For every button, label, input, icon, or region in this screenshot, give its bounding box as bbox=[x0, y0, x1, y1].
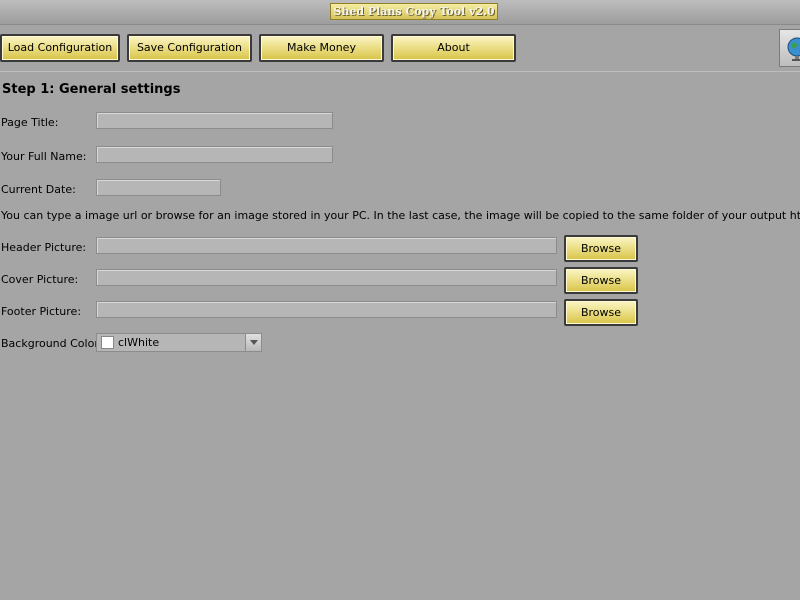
current-date-input[interactable] bbox=[96, 179, 221, 196]
full-name-input[interactable] bbox=[96, 146, 333, 163]
chevron-down-icon[interactable] bbox=[245, 334, 261, 351]
load-configuration-button[interactable]: Load Configuration bbox=[0, 34, 120, 62]
title-bar: Shed Plans Copy Tool v2.0 bbox=[0, 0, 800, 25]
cover-browse-button[interactable]: Browse bbox=[564, 267, 638, 294]
make-money-button[interactable]: Make Money bbox=[259, 34, 384, 62]
window-title: Shed Plans Copy Tool v2.0 bbox=[330, 3, 498, 20]
full-name-label: Your Full Name: bbox=[1, 150, 87, 163]
cover-picture-input[interactable] bbox=[96, 269, 557, 286]
globe-icon bbox=[787, 37, 800, 61]
header-browse-button[interactable]: Browse bbox=[564, 235, 638, 262]
footer-picture-label: Footer Picture: bbox=[1, 305, 82, 318]
about-button[interactable]: About bbox=[391, 34, 516, 62]
background-color-value: clWhite bbox=[118, 336, 160, 349]
current-date-label: Current Date: bbox=[1, 183, 76, 196]
footer-picture-input[interactable] bbox=[96, 301, 557, 318]
save-configuration-button[interactable]: Save Configuration bbox=[127, 34, 252, 62]
header-picture-input[interactable] bbox=[96, 237, 557, 254]
footer-browse-button[interactable]: Browse bbox=[564, 299, 638, 326]
color-swatch bbox=[101, 336, 114, 349]
page-title-label: Page Title: bbox=[1, 116, 59, 129]
header-picture-label: Header Picture: bbox=[1, 241, 87, 254]
background-color-label: Background Color: bbox=[1, 337, 103, 350]
cover-picture-label: Cover Picture: bbox=[1, 273, 79, 286]
image-instructions: You can type a image url or browse for a… bbox=[1, 209, 800, 222]
toolbar: Load Configuration Save Configuration Ma… bbox=[0, 24, 800, 72]
step-heading: Step 1: General settings bbox=[2, 82, 181, 97]
background-color-select[interactable]: clWhite bbox=[96, 333, 262, 352]
page-title-input[interactable] bbox=[96, 112, 333, 129]
globe-button[interactable] bbox=[779, 29, 800, 67]
